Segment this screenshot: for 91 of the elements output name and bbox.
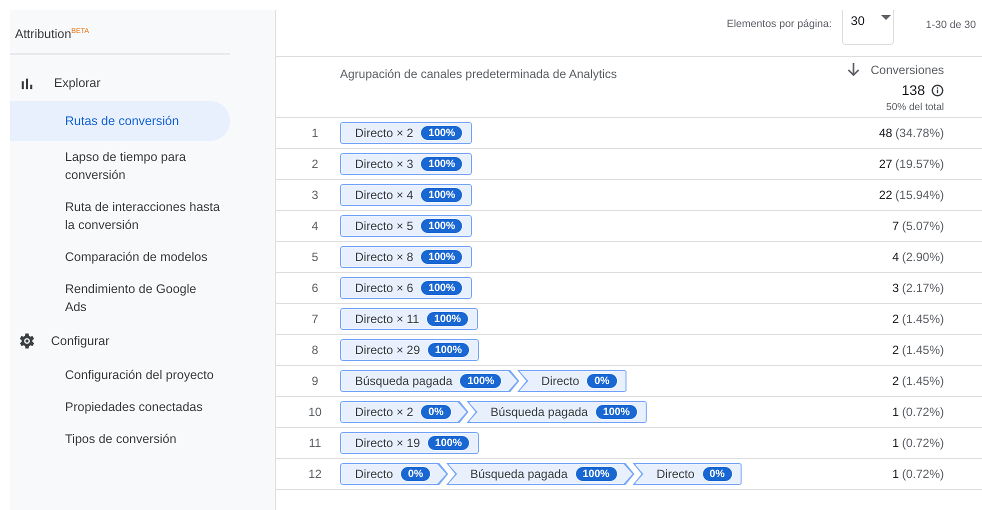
conversion-share: (1.45%)	[902, 374, 944, 388]
conversion-share: (5.07%)	[902, 219, 944, 233]
share-badge: 100%	[421, 188, 462, 202]
row-number: 8	[310, 343, 320, 357]
page-range: 1-30 de 30	[926, 19, 976, 31]
share-badge: 100%	[427, 312, 468, 326]
page-size-select[interactable]: 30	[842, 10, 894, 45]
row-number: 6	[310, 281, 320, 295]
conversion-share: (0.72%)	[902, 405, 944, 419]
channel-chip: Directo × 8 100%	[340, 246, 472, 268]
conversion-count: 22	[878, 188, 892, 202]
conversion-share: (2.17%)	[902, 281, 944, 295]
info-icon[interactable]	[931, 84, 944, 96]
row-number: 11	[308, 436, 322, 450]
settings-icon	[17, 331, 37, 351]
share-badge: 100%	[421, 126, 462, 140]
sort-arrow-icon[interactable]	[846, 62, 860, 77]
nav-item[interactable]: Configuración del proyecto	[10, 359, 230, 391]
share-badge: 0%	[702, 467, 732, 481]
share-badge: 0%	[401, 467, 430, 481]
channel-chip: Directo × 2 100%	[340, 122, 472, 144]
column-header: Agrupación de canales predeterminada de Analytics	[340, 67, 618, 83]
nav-item[interactable]: Lapso de tiempo para conversión	[10, 141, 230, 191]
nav-item[interactable]: Tipos de conversión	[10, 423, 230, 455]
share-badge: 100%	[421, 157, 462, 171]
share-badge: 100%	[460, 374, 502, 388]
channel-chip: Directo × 5 100%	[340, 215, 472, 237]
share-badge: 100%	[421, 219, 462, 233]
share-badge: 100%	[421, 281, 462, 295]
conversion-count: 1	[892, 405, 899, 419]
channel-chip: Directo 0%	[517, 370, 626, 392]
channel-chip: Directo 0%	[632, 463, 742, 485]
channel-chip: Directo × 3 100%	[340, 153, 472, 175]
conversion-count: 3	[892, 281, 899, 295]
conversion-share: (34.78%)	[895, 126, 944, 140]
conversion-share: (2.90%)	[902, 250, 944, 264]
share-badge: 0%	[587, 374, 616, 388]
share-badge: 0%	[421, 405, 451, 419]
row-number: 4	[310, 219, 320, 233]
conversion-count: 1	[892, 467, 899, 481]
page-size-label: Elementos por página:	[726, 18, 832, 30]
conversion-count: 1	[892, 436, 899, 450]
row-number: 1	[310, 126, 320, 140]
bar-chart-icon	[20, 76, 34, 90]
share-badge: 100%	[428, 436, 469, 450]
conversion-share: (1.45%)	[902, 343, 944, 357]
channel-chip: Directo × 4 100%	[340, 184, 472, 206]
channel-chip: Directo × 29 100%	[340, 339, 479, 361]
channel-chip: Directo 0%	[340, 463, 448, 485]
conversion-count: 48	[878, 126, 892, 140]
row-number: 10	[307, 405, 323, 419]
total-note: 50% del total	[886, 102, 944, 113]
conversion-count: 7	[892, 219, 899, 233]
nav-item[interactable]: Ruta de interacciones hasta la conversión	[10, 191, 230, 241]
share-badge: 100%	[596, 405, 637, 419]
channel-chip: Directo × 6 100%	[340, 277, 472, 299]
channel-chip: Búsqueda pagada 100%	[340, 370, 520, 392]
channel-chip: Búsqueda pagada 100%	[466, 401, 647, 423]
nav-item[interactable]: Propiedades conectadas	[10, 391, 230, 423]
conversion-count: 27	[878, 157, 892, 171]
nav-item[interactable]: Rutas de conversión	[10, 101, 230, 141]
share-badge: 100%	[576, 467, 616, 481]
conversion-count: 2	[892, 374, 899, 388]
section-heading: Explorar	[54, 76, 101, 90]
row-number: 5	[310, 250, 320, 264]
channel-chip: Directo × 11 100%	[340, 308, 478, 330]
channel-chip: Directo × 19 100%	[340, 432, 479, 454]
conversion-count: 4	[892, 250, 899, 264]
row-number: 3	[310, 188, 320, 202]
conversion-share: (0.72%)	[902, 436, 944, 450]
section-heading: Configurar	[51, 334, 110, 348]
conversion-share: (0.72%)	[902, 467, 944, 481]
channel-chip: Búsqueda pagada 100%	[446, 463, 634, 485]
conversion-count: 2	[892, 343, 899, 357]
conversion-share: (19.57%)	[895, 157, 944, 171]
conversion-share: (1.45%)	[902, 312, 944, 326]
share-badge: 100%	[421, 250, 462, 264]
nav-item[interactable]: Rendimiento de Google Ads	[10, 273, 230, 323]
share-badge: 100%	[428, 343, 469, 357]
channel-chip: Directo × 2 0%	[340, 401, 469, 423]
total-value: 138	[902, 82, 925, 98]
row-number: 12	[307, 467, 323, 481]
column-header[interactable]: Conversiones	[870, 62, 944, 76]
conversion-share: (15.94%)	[895, 188, 944, 202]
caret-icon	[880, 15, 891, 20]
row-number: 2	[310, 157, 320, 171]
app-title: Attribution$^{BETA}$	[14, 26, 90, 43]
row-number: 7	[310, 312, 320, 326]
conversion-count: 2	[892, 312, 899, 326]
nav-item[interactable]: Comparación de modelos	[10, 241, 230, 273]
row-number: 9	[310, 374, 320, 388]
